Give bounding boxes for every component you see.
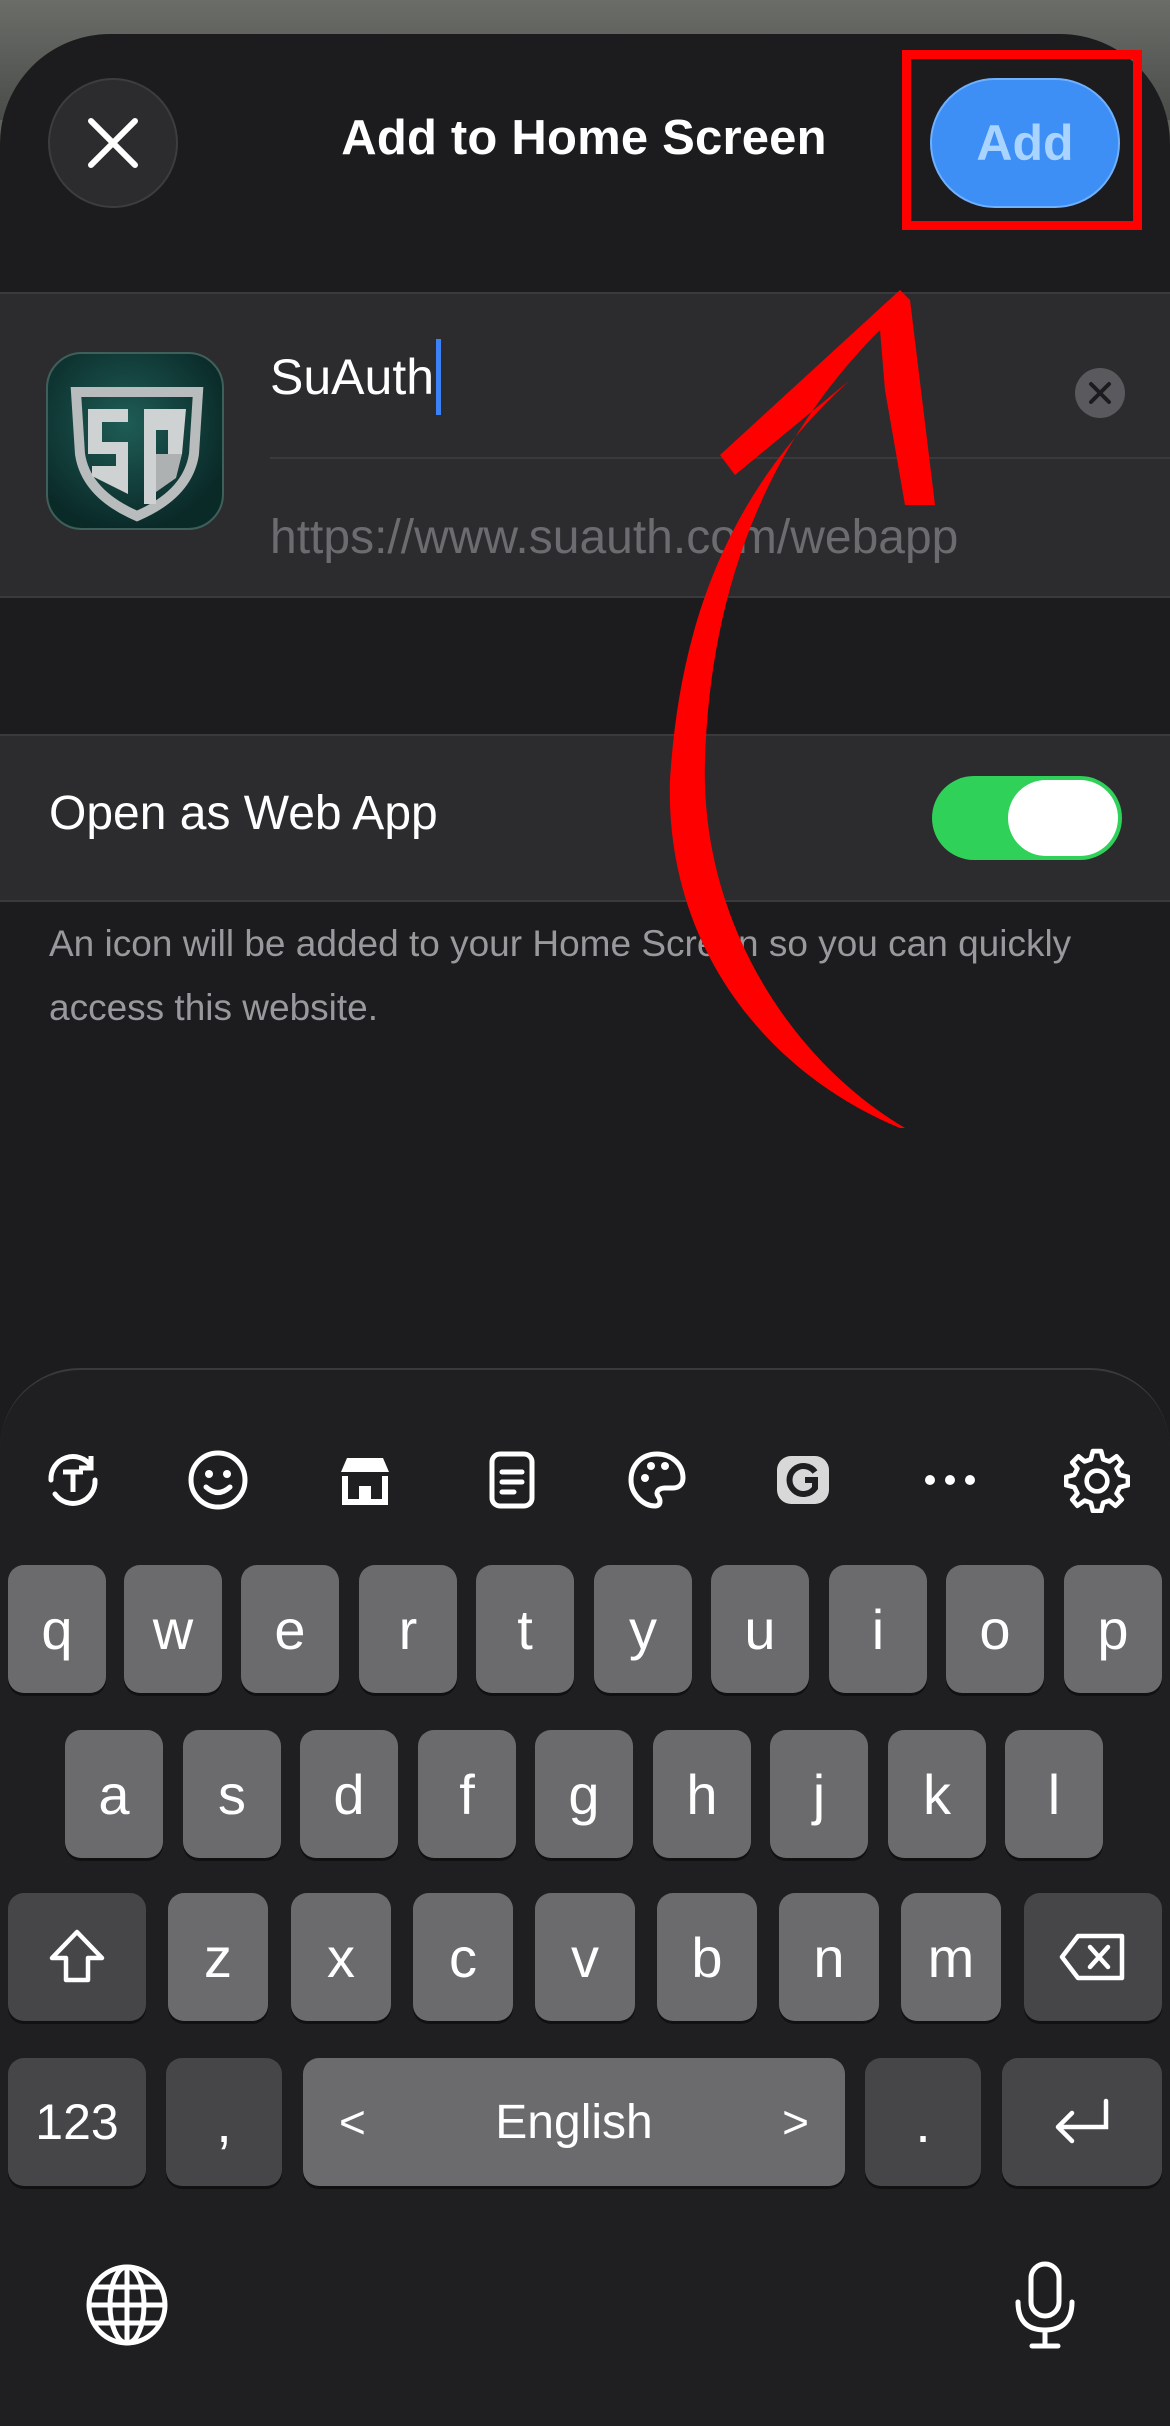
key-z[interactable]: z: [168, 1893, 268, 2021]
name-field[interactable]: SuAuth: [270, 322, 1110, 432]
name-field-value: SuAuth: [270, 349, 435, 405]
key-q[interactable]: q: [8, 1565, 106, 1693]
key-a[interactable]: a: [65, 1730, 163, 1858]
key-k[interactable]: k: [888, 1730, 986, 1858]
key-p[interactable]: p: [1064, 1565, 1162, 1693]
space-bar[interactable]: < English >: [303, 2058, 845, 2186]
url-text: https://www.suauth.com/webapp: [270, 511, 959, 564]
web-app-description: An icon will be added to your Home Scree…: [49, 923, 1072, 1028]
settings-icon[interactable]: [1062, 1445, 1132, 1515]
key-d[interactable]: d: [300, 1730, 398, 1858]
store-icon[interactable]: [330, 1445, 400, 1515]
key-j[interactable]: j: [770, 1730, 868, 1858]
key-u[interactable]: u: [711, 1565, 809, 1693]
key-b[interactable]: b: [657, 1893, 757, 2021]
text-caret: [436, 339, 442, 415]
globe-icon[interactable]: [82, 2260, 172, 2350]
key-h[interactable]: h: [653, 1730, 751, 1858]
key-s[interactable]: s: [183, 1730, 281, 1858]
clear-icon: [1089, 382, 1111, 404]
clear-text-button[interactable]: [1075, 368, 1125, 418]
key-x[interactable]: x: [291, 1893, 391, 2021]
shift-icon: [49, 1929, 105, 1983]
field-divider: [270, 457, 1170, 459]
period-key[interactable]: .: [865, 2058, 981, 2186]
key-t[interactable]: t: [476, 1565, 574, 1693]
backspace-icon: [1059, 1933, 1125, 1981]
language-prev-icon: <: [339, 2096, 366, 2148]
suauth-logo-icon: [70, 387, 204, 522]
clipboard-icon[interactable]: [477, 1445, 547, 1515]
key-o[interactable]: o: [946, 1565, 1044, 1693]
emoji-icon[interactable]: [183, 1445, 253, 1515]
space-bar-label: English: [495, 2095, 653, 2149]
delete-key[interactable]: [1024, 1893, 1162, 2021]
key-g[interactable]: g: [535, 1730, 633, 1858]
more-icon[interactable]: [915, 1445, 985, 1515]
app-icon: [46, 352, 224, 530]
key-y[interactable]: y: [594, 1565, 692, 1693]
key-i[interactable]: i: [829, 1565, 927, 1693]
web-app-toggle[interactable]: [932, 776, 1122, 860]
comma-key[interactable]: ,: [166, 2058, 282, 2186]
key-c[interactable]: c: [413, 1893, 513, 2021]
palette-icon[interactable]: [622, 1445, 692, 1515]
annotation-highlight-box: [902, 50, 1142, 230]
return-icon: [1055, 2098, 1109, 2144]
shift-key[interactable]: [8, 1893, 146, 2021]
numbers-key[interactable]: 123: [8, 2058, 146, 2186]
text-format-icon[interactable]: [38, 1445, 108, 1515]
microphone-icon[interactable]: [1000, 2260, 1090, 2350]
key-r[interactable]: r: [359, 1565, 457, 1693]
key-l[interactable]: l: [1005, 1730, 1103, 1858]
key-v[interactable]: v: [535, 1893, 635, 2021]
key-e[interactable]: e: [241, 1565, 339, 1693]
gif-icon[interactable]: [768, 1445, 838, 1515]
toggle-knob: [1008, 780, 1118, 856]
key-f[interactable]: f: [418, 1730, 516, 1858]
return-key[interactable]: [1002, 2058, 1162, 2186]
key-m[interactable]: m: [901, 1893, 1001, 2021]
key-n[interactable]: n: [779, 1893, 879, 2021]
language-next-icon: >: [782, 2096, 809, 2148]
key-w[interactable]: w: [124, 1565, 222, 1693]
web-app-label: Open as Web App: [49, 787, 438, 840]
